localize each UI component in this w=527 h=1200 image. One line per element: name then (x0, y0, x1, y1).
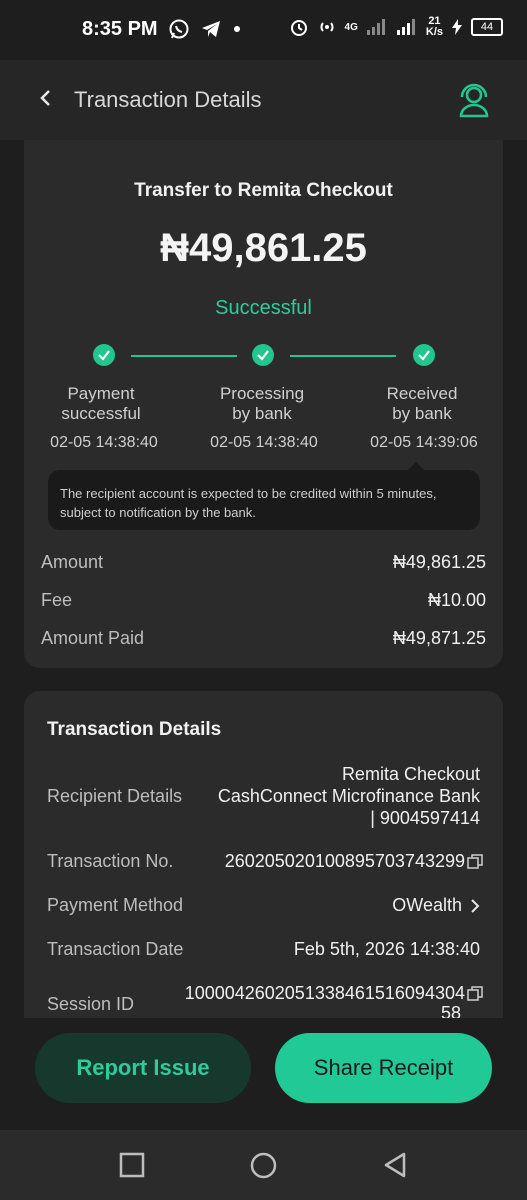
status-time: 8:35 PM (82, 18, 158, 40)
fee-value: ₦10.00 (427, 590, 486, 610)
recents-square-icon[interactable] (119, 1152, 145, 1178)
status-text: Successful (215, 297, 312, 319)
home-circle-icon[interactable] (250, 1152, 277, 1179)
payment-method-value: OWealth (392, 895, 462, 915)
amount-row: Amount ₦49,861.25 (41, 552, 486, 573)
app-header: Transaction Details (0, 60, 527, 140)
payment-method-label: Payment Method (47, 895, 184, 915)
summary-card: Transfer to Remita Checkout ₦49,861.25 S… (24, 140, 503, 668)
recipient-bank: CashConnect Microfinance Bank (217, 786, 480, 806)
fee-row: Fee ₦10.00 (41, 590, 486, 611)
copy-icon[interactable] (467, 986, 483, 1002)
step-2-time: 02-05 14:38:40 (210, 434, 318, 451)
transaction-details-card: Transaction Details Recipient Details Re… (24, 691, 503, 1018)
status-right-icons: 4G 21 K/s 44 (289, 16, 503, 38)
copy-icon[interactable] (467, 854, 483, 870)
whatsapp-icon (169, 19, 189, 39)
txn-no-label: Transaction No. (47, 851, 174, 871)
session-id-label: Session ID (47, 994, 135, 1014)
session-id-value: 100004260205133846151609430​4 58 (185, 983, 483, 1018)
amount-label: Amount (41, 552, 104, 572)
scroll-content[interactable]: Transfer to Remita Checkout ₦49,861.25 S… (0, 140, 527, 1018)
amount-paid-value: ₦49,871.25 (392, 628, 486, 648)
battery-icon: 44 (471, 18, 503, 36)
transfer-amount: ₦49,861.25 (160, 226, 367, 270)
recipient-name: Remita Checkout (341, 764, 480, 784)
report-issue-button[interactable]: Report Issue (35, 1033, 251, 1103)
network-type: 4G (344, 21, 358, 33)
credit-notice-tooltip: The recipient account is expected to be … (48, 462, 480, 530)
charging-icon (452, 19, 462, 35)
status-left-icons (168, 18, 242, 40)
payment-method-value-wrap[interactable]: OWealth (392, 895, 480, 916)
action-bar: Report Issue Share Receipt (0, 1018, 527, 1130)
txn-date-value: Feb 5th, 2026 14:38:40 (293, 939, 480, 959)
alarm-icon (290, 20, 307, 36)
status-bar: 8:35 PM 4G 21 K/s 44 (0, 0, 527, 60)
amount-value: ₦49,861.25 (392, 552, 486, 572)
page-title: Transaction Details (74, 87, 262, 112)
chevron-left-icon[interactable] (36, 86, 56, 110)
step-1-label: Payment successful (61, 384, 141, 423)
txn-no-value-wrap: 260205020100895703743299 (225, 851, 483, 872)
fee-label: Fee (41, 590, 73, 610)
recipient-account: | 9004597414 (370, 808, 480, 828)
amount-paid-row: Amount Paid ₦49,871.25 (41, 628, 486, 649)
dot-icon (234, 26, 240, 32)
hotspot-icon (320, 22, 333, 32)
step-2-check-icon (252, 344, 274, 366)
chevron-right-icon (471, 899, 480, 913)
step-1-time: 02-05 14:38:40 (50, 434, 158, 451)
details-title: Transaction Details (47, 719, 222, 740)
headset-support-icon[interactable] (457, 80, 491, 118)
session-id-line2: 58 (440, 1003, 461, 1018)
step-3-label: Received by bank (386, 384, 458, 423)
txn-date-label: Transaction Date (47, 939, 184, 959)
signal-icon (366, 19, 385, 35)
share-receipt-button[interactable]: Share Receipt (275, 1033, 492, 1103)
amount-paid-label: Amount Paid (41, 628, 145, 648)
step-2-label: Processing by bank (219, 384, 305, 423)
back-triangle-icon[interactable] (383, 1152, 407, 1178)
network-speed: 21 K/s (425, 15, 443, 38)
recipient-value: Remita Checkout CashConnect Microfinance… (218, 763, 480, 829)
signal-2-icon (396, 19, 415, 35)
telegram-icon (202, 21, 220, 37)
transfer-title: Transfer to Remita Checkout (134, 180, 393, 201)
step-1-check-icon (93, 344, 115, 366)
recipient-label: Recipient Details (47, 786, 183, 806)
system-nav-bar (0, 1130, 527, 1200)
step-connector-1 (131, 355, 237, 357)
txn-no-value: 260205020100895703743299 (224, 851, 465, 871)
session-id-line1: 100004260205133846151609430​4 (184, 983, 465, 1003)
credit-notice-text: The recipient account is expected to be … (60, 486, 437, 520)
step-3-time: 02-05 14:39:06 (370, 434, 478, 451)
step-connector-2 (290, 355, 396, 357)
step-3-check-icon (413, 344, 435, 366)
